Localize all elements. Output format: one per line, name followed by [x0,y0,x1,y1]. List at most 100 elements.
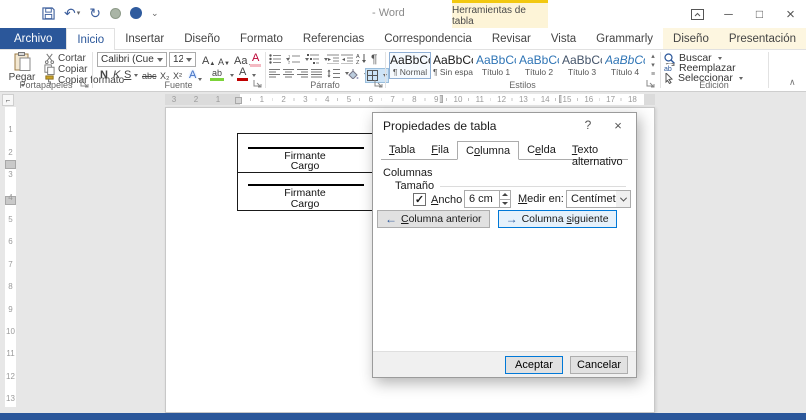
horizontal-ruler[interactable]: 321123456789101112131415161718 [165,94,655,105]
text-effects-button[interactable]: A [187,67,204,81]
tab-contextual-presentacion[interactable]: Presentación [719,28,806,49]
undo-icon[interactable]: ↶▾ [64,4,80,22]
style-título-1[interactable]: AaBbCcTítulo 1 [475,52,517,79]
align-center-button[interactable] [283,69,294,78]
tab-correspondencia[interactable]: Correspondencia [374,28,482,49]
dialog-section-label: Columnas [383,167,433,179]
numbering-button[interactable]: 12 [288,54,309,64]
maximize-icon[interactable]: □ [744,0,775,28]
style-título-2[interactable]: AaBbCcTítulo 2 [518,52,560,79]
tab-archivo[interactable]: Archivo [0,28,66,49]
previous-column-button[interactable]: ← Columna anterior [377,210,490,228]
ribbon-display-icon[interactable] [682,0,713,28]
multilevel-list-button[interactable] [307,54,328,64]
tab-contextual-diseno[interactable]: Diseño [663,28,719,49]
minimize-icon[interactable]: ─ [713,0,744,28]
font-name-combo[interactable]: Calibri (Cuerpo [97,52,167,67]
ruler-number: 3 [171,95,177,104]
width-value-input[interactable]: 6 cm [464,190,499,208]
dialog-tab-columna[interactable]: Columna [457,141,519,160]
signature-line [248,184,364,186]
outdent-button[interactable] [327,54,339,64]
tab-revisar[interactable]: Revisar [482,28,541,49]
bold-button[interactable]: N [98,67,110,81]
quick-access-toolbar: ↶▾ ↻ ⌄ [42,4,159,22]
ruler-number: 11 [5,349,16,358]
dialog-tab-fila[interactable]: Fila [423,141,457,159]
tab-stop-selector[interactable]: ⌐ [2,94,14,106]
style-preview: AaBbCcD [433,53,473,67]
font-dialog-launcher-icon[interactable] [253,79,263,89]
save-icon[interactable] [42,4,55,22]
style-título-4[interactable]: AaBbCcDTítulo 4 [604,52,646,79]
ruler-number: 6 [5,237,16,246]
underline-button[interactable]: S [122,67,133,81]
styles-scroll-up-icon[interactable]: ▴ [651,52,655,61]
width-spinner[interactable] [499,190,511,208]
indent-button[interactable] [341,54,353,64]
cut-button[interactable]: Cortar [44,53,86,64]
pilcrow-button[interactable]: ¶ [371,52,377,66]
measure-dropdown[interactable]: Centímetros [566,190,631,208]
tab-diseño[interactable]: Diseño [174,28,230,49]
tab-formato[interactable]: Formato [230,28,293,49]
styles-gallery-more-icon[interactable]: ≡ [651,70,655,79]
copy-button[interactable]: Copiar [44,64,87,75]
styles-scroll-down-icon[interactable]: ▾ [651,61,655,70]
spinner-down-icon[interactable] [500,200,510,208]
styles-dialog-launcher-icon[interactable] [646,79,656,89]
dialog-help-icon[interactable]: ? [580,118,596,132]
align-right-button[interactable] [297,69,308,78]
grow-font-button[interactable]: A▲ [200,53,217,67]
paragraph-group-label: Párrafo [265,80,385,90]
align-right-icon [297,69,308,78]
line-spacing-button[interactable] [327,69,349,78]
tab-referencias[interactable]: Referencias [293,28,374,49]
font-size-combo[interactable]: 12 [169,52,196,67]
dialog-title: Propiedades de tabla [383,119,496,133]
qat-more-icon[interactable]: ⌄ [151,4,159,22]
dialog-tab-texto[interactable]: Texto alternativo [564,141,631,159]
clipboard-dialog-launcher-icon[interactable] [80,79,90,89]
justify-button[interactable] [311,69,322,78]
superscript-button[interactable]: X² [171,67,184,81]
font-color-button[interactable]: A [237,67,248,81]
cancel-button[interactable]: Cancelar [570,356,628,374]
dialog-close-icon[interactable]: × [610,118,626,133]
align-left-button[interactable] [269,69,280,78]
ruler-number: 7 [389,95,395,104]
tab-inicio[interactable]: Inicio [66,28,115,50]
strikethrough-button[interactable]: abc [140,67,159,81]
subscript-button[interactable]: X₂ [158,67,172,81]
highlight-button[interactable]: ab [210,67,224,81]
italic-button[interactable]: K [111,67,122,81]
shrink-font-button[interactable]: A▼ [216,53,232,67]
tab-grammarly[interactable]: Grammarly [586,28,663,49]
tab-vista[interactable]: Vista [541,28,586,49]
justify-icon [311,69,322,78]
preferred-width-checkbox[interactable]: ✓ [413,193,426,206]
dialog-tab-tabla[interactable]: Tabla [381,141,423,159]
ruler-number: 10 [5,327,16,336]
ink-icon[interactable] [130,4,142,22]
redo-icon[interactable]: ↻ [89,4,101,22]
paragraph-dialog-launcher-icon[interactable] [374,79,384,89]
collapse-ribbon-icon[interactable]: ∧ [789,77,796,88]
clear-format-button[interactable]: A [250,53,261,67]
vertical-ruler[interactable]: 12345678910111213 [5,107,16,407]
grammarly-icon[interactable] [110,4,121,22]
close-icon[interactable]: × [775,0,806,28]
indent-marker[interactable] [235,97,242,104]
ruler-number: 14 [540,95,551,104]
spinner-up-icon[interactable] [500,191,510,200]
style--sin-espa-[interactable]: AaBbCcD¶ Sin espa... [432,52,474,79]
sort-button[interactable]: AZ [356,53,368,64]
bullets-button[interactable] [269,54,290,64]
dialog-tab-celda[interactable]: Celda [519,141,564,159]
tab-insertar[interactable]: Insertar [115,28,174,49]
next-column-button[interactable]: → Columna siguiente [498,210,617,228]
table-row-marker[interactable] [5,160,16,169]
accept-button[interactable]: Aceptar [505,356,563,374]
style--normal[interactable]: AaBbCcD¶ Normal [389,52,431,79]
style-título-3[interactable]: AaBbCcDTítulo 3 [561,52,603,79]
